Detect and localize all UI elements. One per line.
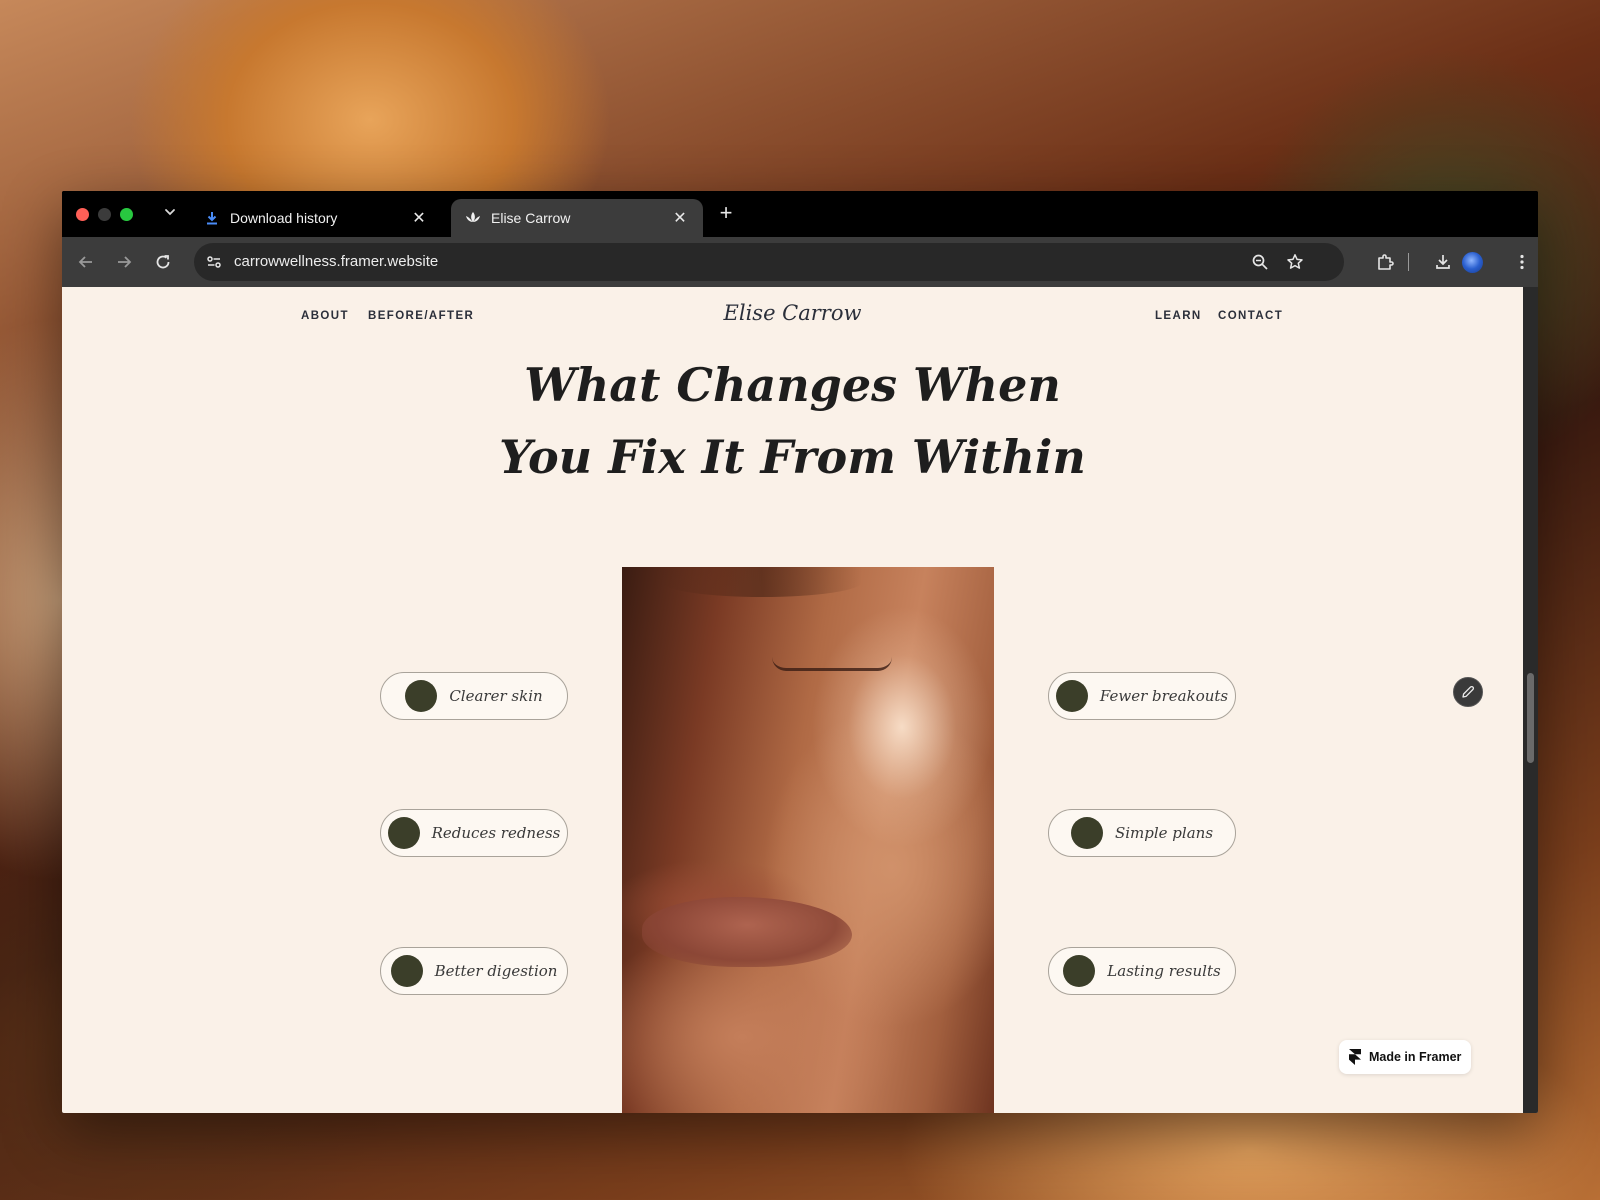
minimize-window-button[interactable] bbox=[98, 208, 111, 221]
badge-label: Made in Framer bbox=[1369, 1050, 1462, 1064]
benefit-label: Better digestion bbox=[434, 962, 558, 980]
benefit-label: Reduces redness bbox=[431, 824, 561, 842]
back-button[interactable] bbox=[74, 250, 98, 274]
benefit-dot bbox=[1070, 817, 1103, 849]
page-viewport: ABOUT BEFORE/AFTER Elise Carrow LEARN CO… bbox=[62, 287, 1538, 1113]
forward-button[interactable] bbox=[112, 250, 136, 274]
framer-logo-icon bbox=[1349, 1049, 1361, 1065]
reload-button[interactable] bbox=[151, 250, 175, 274]
close-window-button[interactable] bbox=[76, 208, 89, 221]
more-vertical-icon bbox=[1520, 254, 1524, 270]
benefit-dot bbox=[1055, 680, 1088, 712]
benefit-dot bbox=[1063, 955, 1096, 987]
tab-title: Elise Carrow bbox=[491, 210, 571, 226]
benefit-dot bbox=[405, 680, 438, 712]
download-icon bbox=[1436, 255, 1450, 269]
browser-window: Download history ✕ Elise Carrow ✕ + carr… bbox=[62, 191, 1538, 1113]
puzzle-icon bbox=[1378, 254, 1394, 270]
benefit-dot bbox=[390, 955, 423, 987]
toolbar-divider bbox=[1408, 253, 1409, 271]
url-text[interactable]: carrowwellness.framer.website bbox=[234, 253, 438, 270]
benefit-pill: Lasting results bbox=[1048, 947, 1236, 995]
benefit-label: Fewer breakouts bbox=[1099, 687, 1229, 705]
browser-menu-button[interactable] bbox=[1510, 250, 1534, 274]
glowing-skin-portrait-image bbox=[622, 567, 994, 1113]
address-bar[interactable]: carrowwellness.framer.website bbox=[194, 243, 1344, 281]
pencil-icon bbox=[1462, 685, 1475, 698]
benefit-pill: Simple plans bbox=[1048, 809, 1236, 857]
benefit-pill: Clearer skin bbox=[380, 672, 568, 720]
headline-line-1: What Changes When bbox=[524, 358, 1061, 412]
zoom-icon[interactable] bbox=[1250, 252, 1270, 272]
reload-icon bbox=[156, 255, 170, 269]
photo-eyelash bbox=[772, 657, 892, 671]
nav-link-contact[interactable]: CONTACT bbox=[1218, 310, 1283, 322]
lotus-icon bbox=[465, 210, 481, 226]
tab-strip: Download history ✕ Elise Carrow ✕ + bbox=[62, 191, 1538, 237]
bookmark-star-icon[interactable] bbox=[1285, 252, 1305, 272]
benefit-dot bbox=[387, 817, 420, 849]
page-scrollbar[interactable] bbox=[1523, 287, 1538, 1113]
site-settings-icon[interactable] bbox=[204, 252, 224, 272]
made-in-framer-badge[interactable]: Made in Framer bbox=[1339, 1040, 1471, 1074]
maximize-window-button[interactable] bbox=[120, 208, 133, 221]
arrow-left-icon bbox=[78, 256, 92, 268]
site-logo[interactable]: Elise Carrow bbox=[62, 301, 1523, 325]
arrow-right-icon bbox=[118, 256, 132, 268]
tab-title: Download history bbox=[230, 210, 338, 226]
edit-page-button[interactable] bbox=[1453, 677, 1483, 707]
close-tab-icon[interactable]: ✕ bbox=[410, 208, 428, 228]
photo-lips bbox=[642, 897, 852, 967]
page-headline: What Changes When You Fix It From Within bbox=[62, 349, 1523, 493]
browser-toolbar: carrowwellness.framer.website bbox=[62, 237, 1538, 287]
profile-avatar[interactable] bbox=[1462, 252, 1483, 273]
download-icon bbox=[204, 210, 220, 226]
benefit-pill: Better digestion bbox=[380, 947, 568, 995]
downloads-button[interactable] bbox=[1431, 250, 1455, 274]
tab-download-history[interactable]: Download history ✕ bbox=[190, 199, 442, 237]
benefit-pill: Fewer breakouts bbox=[1048, 672, 1236, 720]
chevron-down-icon bbox=[165, 209, 175, 216]
close-tab-icon[interactable]: ✕ bbox=[671, 208, 689, 228]
extensions-button[interactable] bbox=[1373, 250, 1397, 274]
benefit-label: Clearer skin bbox=[449, 687, 543, 705]
scrollbar-thumb[interactable] bbox=[1527, 673, 1534, 763]
headline-line-2: You Fix It From Within bbox=[499, 430, 1086, 484]
tab-search-button[interactable] bbox=[158, 202, 182, 226]
benefit-label: Simple plans bbox=[1114, 824, 1214, 842]
new-tab-button[interactable]: + bbox=[714, 202, 738, 226]
nav-link-learn[interactable]: LEARN bbox=[1155, 310, 1202, 322]
photo-brow-shade bbox=[662, 567, 862, 597]
benefit-label: Lasting results bbox=[1107, 962, 1221, 980]
tab-elise-carrow[interactable]: Elise Carrow ✕ bbox=[451, 199, 703, 237]
benefit-pill: Reduces redness bbox=[380, 809, 568, 857]
